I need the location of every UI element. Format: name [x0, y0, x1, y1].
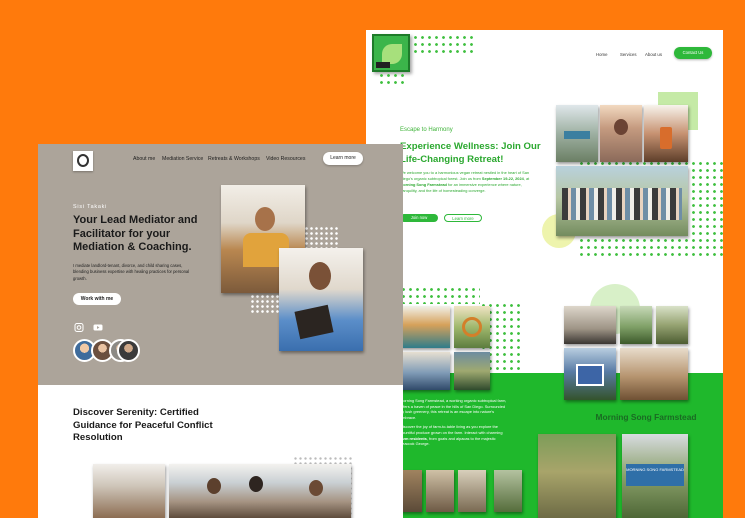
mediator-website-card: About me Mediation Service Retreats & Wo… [38, 144, 403, 518]
farm-description: Morning Song Farmstead, a working organi… [400, 398, 507, 447]
farm-sign-text: MORNING SONG FARMSTEAD [626, 464, 684, 486]
join-now-button[interactable]: Join now [400, 214, 438, 222]
photo-group [556, 166, 688, 236]
photo-smoothie [644, 105, 688, 162]
nav-video-resources[interactable]: Video Resources [266, 156, 305, 162]
photo-session-2 [169, 464, 351, 518]
nav-mediation-service[interactable]: Mediation Service [162, 156, 203, 162]
photo-animals [458, 470, 486, 512]
nav-about-us[interactable]: About us [645, 52, 662, 57]
mediator-name: Sisi Takaki [73, 204, 108, 210]
nav-retreats-workshops[interactable]: Retreats & Workshops [208, 156, 260, 162]
decor-dots [400, 286, 480, 304]
photo-path [656, 306, 688, 344]
photo-mediator-folder [279, 248, 363, 351]
photo-farm-sign: MORNING SONG FARMSTEAD [622, 434, 688, 518]
photo-session-1 [93, 464, 165, 518]
instagram-icon[interactable] [74, 319, 84, 332]
decor-dots [250, 294, 280, 314]
photo-tree-sign [556, 105, 598, 162]
retreat-intro: We welcome you to a harmonious vegan ret… [400, 170, 530, 193]
nav-home[interactable]: Home [596, 52, 607, 57]
photo-kitchen [620, 348, 688, 400]
logo-circle-icon [77, 154, 89, 167]
learn-more-button[interactable]: Learn more [444, 214, 482, 222]
photo-woman-cheers [600, 105, 642, 162]
youtube-icon[interactable] [93, 319, 103, 331]
retreat-logo[interactable] [372, 34, 410, 72]
photo-porch [454, 352, 490, 390]
decor-dots [378, 72, 406, 86]
photo-bedroom [400, 306, 450, 348]
nav-services[interactable]: Services [620, 52, 636, 57]
photo-alpaca [426, 470, 454, 512]
photo-stone-garden [538, 434, 616, 518]
hero-description: I mediate landlord-tenant, divorce, and … [73, 263, 190, 281]
photo-peacock [494, 470, 522, 512]
contact-us-button[interactable]: Contact Us [674, 47, 712, 59]
farm-title: Morning Song Farmstead [595, 412, 697, 422]
photo-bed-goat [564, 306, 616, 344]
retreat-title: Experience Wellness: Join Our Life-Chang… [400, 141, 541, 165]
hero-title: Your Lead Mediator and Facilitator for y… [73, 214, 198, 253]
photo-living-room [400, 352, 450, 390]
photo-mandala [454, 306, 490, 348]
photo-goat [400, 470, 422, 512]
logo-tag [376, 62, 390, 68]
retreat-website-card: Home Services About us Contact Us Escape… [366, 30, 723, 518]
section-title: Discover Serenity: Certified Guidance fo… [73, 407, 213, 444]
decor-dots [412, 34, 476, 54]
photo-blue-house [564, 348, 616, 400]
photo-garden [620, 306, 652, 344]
work-with-me-button[interactable]: Work with me [73, 293, 121, 305]
mediator-logo[interactable] [73, 151, 93, 171]
learn-more-button[interactable]: Learn more [323, 152, 363, 165]
nav-about-me[interactable]: About me [133, 156, 155, 162]
avatar [117, 339, 140, 362]
eyebrow-text: Escape to Harmony [400, 127, 453, 133]
hero-section: About me Mediation Service Retreats & Wo… [38, 144, 403, 385]
decor-dots [304, 226, 338, 248]
logo-leaf-icon [382, 44, 402, 64]
